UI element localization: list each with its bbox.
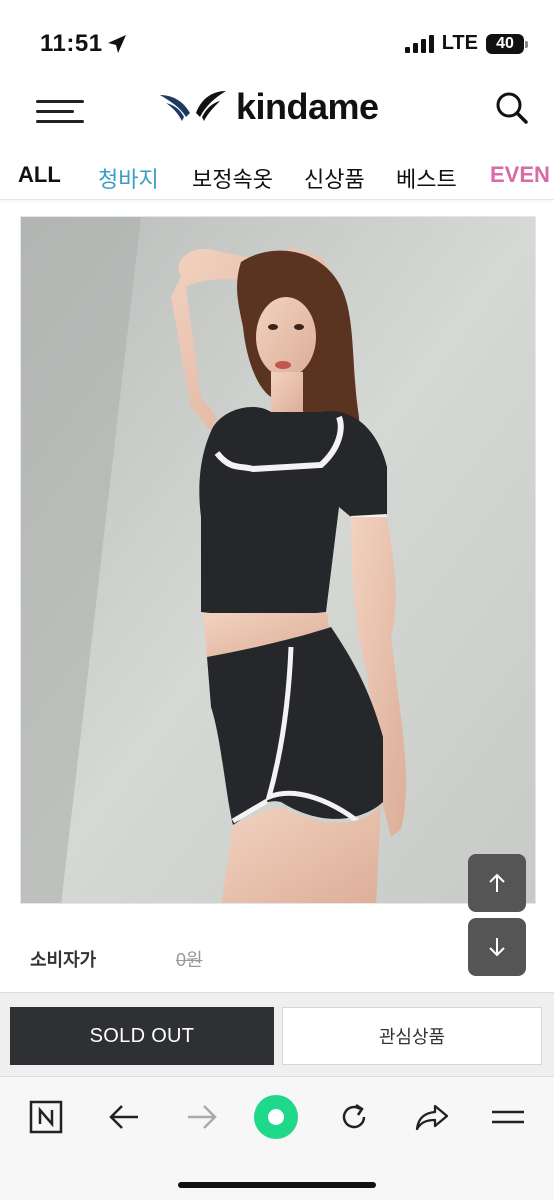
category-jeans[interactable]: 청바지 bbox=[98, 162, 159, 194]
forward-arrow-icon bbox=[188, 1105, 217, 1129]
back-arrow-icon bbox=[109, 1105, 138, 1129]
status-indicators: LTE 40 bbox=[404, 32, 528, 55]
forward-button[interactable] bbox=[178, 1093, 226, 1141]
battery-icon: 40 bbox=[486, 33, 528, 54]
price-label: 소비자가 bbox=[30, 950, 97, 970]
menu-icon bbox=[492, 1110, 524, 1124]
network-type: LTE bbox=[441, 32, 478, 54]
home-indicator bbox=[178, 1182, 376, 1188]
sold-out-button[interactable]: SOLD OUT bbox=[10, 1007, 274, 1065]
arrow-down-icon bbox=[489, 938, 505, 957]
signal-icon bbox=[404, 34, 434, 53]
arrow-up-icon bbox=[489, 873, 505, 892]
share-icon bbox=[415, 1104, 449, 1131]
category-nav: ALL 청바지 보정속옷 신상품 베스트 EVEN bbox=[0, 150, 554, 200]
logo-text: kindame bbox=[236, 86, 379, 127]
product-image[interactable] bbox=[20, 216, 536, 904]
category-all[interactable]: ALL bbox=[18, 162, 61, 188]
browser-toolbar bbox=[0, 1076, 554, 1200]
category-new[interactable]: 신상품 bbox=[304, 162, 365, 194]
search-button[interactable] bbox=[494, 90, 530, 126]
green-home-button[interactable] bbox=[252, 1093, 300, 1141]
reload-button[interactable] bbox=[330, 1093, 378, 1141]
status-bar: 11:51 LTE 40 bbox=[0, 0, 554, 80]
location-arrow-icon bbox=[108, 35, 126, 53]
wings-logo-icon bbox=[160, 91, 226, 121]
share-button[interactable] bbox=[408, 1093, 456, 1141]
hamburger-menu-button[interactable] bbox=[36, 96, 86, 126]
naver-n-icon bbox=[29, 1100, 63, 1134]
wishlist-button[interactable]: 관심상품 bbox=[282, 1007, 542, 1065]
scroll-bottom-button[interactable] bbox=[468, 918, 526, 976]
site-logo[interactable]: kindame bbox=[158, 86, 379, 128]
price-value: 0원 bbox=[176, 950, 203, 970]
back-button[interactable] bbox=[100, 1093, 148, 1141]
browser-menu-button[interactable] bbox=[484, 1093, 532, 1141]
status-time: 11:51 bbox=[40, 30, 103, 57]
naver-home-button[interactable] bbox=[22, 1093, 70, 1141]
reload-icon bbox=[342, 1103, 366, 1129]
purchase-action-bar: SOLD OUT 관심상품 bbox=[0, 992, 554, 1076]
category-event[interactable]: EVEN bbox=[490, 162, 550, 188]
site-header: kindame bbox=[0, 80, 554, 140]
product-photo bbox=[21, 217, 535, 903]
green-home-icon bbox=[254, 1095, 298, 1139]
scroll-top-button[interactable] bbox=[468, 854, 526, 912]
search-icon bbox=[496, 92, 528, 124]
category-best[interactable]: 베스트 bbox=[396, 162, 457, 194]
category-shapewear[interactable]: 보정속옷 bbox=[192, 162, 273, 194]
